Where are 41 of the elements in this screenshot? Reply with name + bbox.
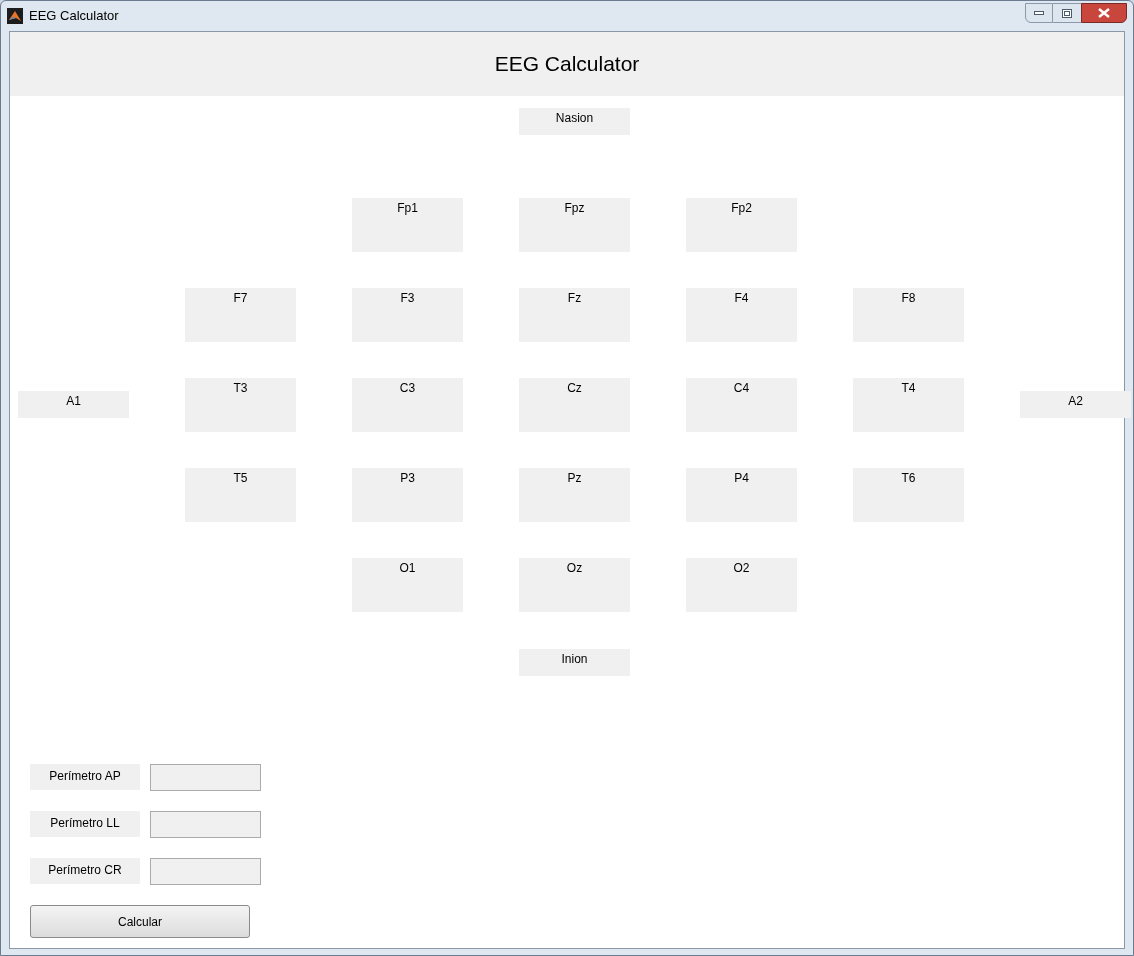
electrode-label: Fp2 bbox=[686, 198, 797, 252]
input-field[interactable] bbox=[150, 811, 261, 838]
electrode-label: Pz bbox=[519, 468, 630, 522]
electrode-label: F7 bbox=[185, 288, 296, 342]
electrode-label: O1 bbox=[352, 558, 463, 612]
electrode-label: F4 bbox=[686, 288, 797, 342]
landmark-label: Inion bbox=[519, 649, 630, 676]
electrode-label: P3 bbox=[352, 468, 463, 522]
electrode-label: O2 bbox=[686, 558, 797, 612]
field-label: Perímetro CR bbox=[30, 858, 140, 884]
electrode-label: F3 bbox=[352, 288, 463, 342]
close-icon bbox=[1098, 8, 1110, 18]
header-title: EEG Calculator bbox=[494, 51, 640, 78]
minimize-icon bbox=[1034, 11, 1044, 15]
electrode-label: Fpz bbox=[519, 198, 630, 252]
window-title: EEG Calculator bbox=[29, 7, 119, 26]
electrode-label: C4 bbox=[686, 378, 797, 432]
electrode-label: Oz bbox=[519, 558, 630, 612]
electrode-label: F8 bbox=[853, 288, 964, 342]
electrode-label: P4 bbox=[686, 468, 797, 522]
field-label: Perímetro AP bbox=[30, 764, 140, 790]
electrode-label: T4 bbox=[853, 378, 964, 432]
app-icon bbox=[7, 8, 23, 24]
calcular-button[interactable]: Calcular bbox=[30, 905, 250, 938]
electrode-label: T3 bbox=[185, 378, 296, 432]
electrode-label: Fz bbox=[519, 288, 630, 342]
landmark-label: A2 bbox=[1020, 391, 1131, 418]
electrode-label: T6 bbox=[853, 468, 964, 522]
field-label: Perímetro LL bbox=[30, 811, 140, 837]
electrode-label: Fp1 bbox=[352, 198, 463, 252]
landmark-label: A1 bbox=[18, 391, 129, 418]
input-field[interactable] bbox=[150, 858, 261, 885]
maximize-button[interactable] bbox=[1053, 3, 1081, 23]
landmark-label: Nasion bbox=[519, 108, 630, 135]
close-button[interactable] bbox=[1081, 3, 1127, 23]
input-field[interactable] bbox=[150, 764, 261, 791]
maximize-icon bbox=[1062, 8, 1072, 18]
electrode-label: T5 bbox=[185, 468, 296, 522]
electrode-label: Cz bbox=[519, 378, 630, 432]
electrode-label: C3 bbox=[352, 378, 463, 432]
minimize-button[interactable] bbox=[1025, 3, 1053, 23]
